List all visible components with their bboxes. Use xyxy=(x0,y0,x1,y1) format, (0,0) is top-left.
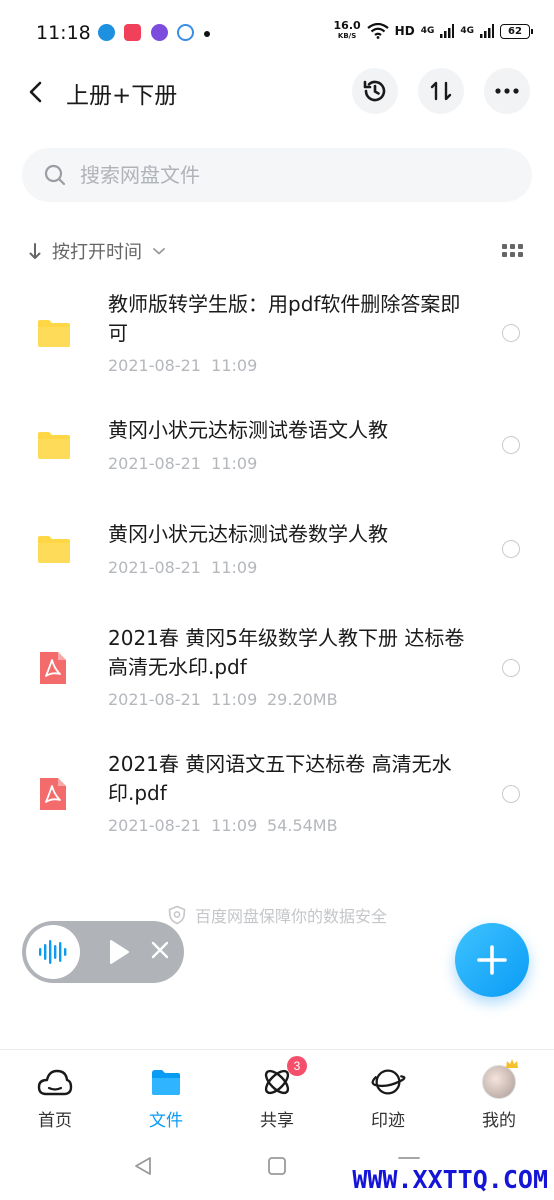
nav-label-share: 共享 xyxy=(260,1111,294,1131)
select-checkbox[interactable] xyxy=(502,659,520,677)
chevron-left-icon xyxy=(29,81,42,103)
play-icon[interactable] xyxy=(108,939,130,965)
nav-label-profile: 我的 xyxy=(482,1111,516,1131)
audio-wave-icon xyxy=(39,940,67,964)
folder-icon xyxy=(38,320,70,347)
file-size: 54.54MB xyxy=(267,816,338,835)
planet-icon xyxy=(371,1069,406,1095)
avatar xyxy=(482,1065,516,1099)
file-name: 教师版转学生版：用pdf软件删除答案即可 xyxy=(108,292,461,345)
more-notifications-dot xyxy=(204,31,210,37)
arrow-down-icon xyxy=(29,243,41,259)
signal-label-1: 4G xyxy=(420,26,435,36)
bottom-navigation: 首页 文件 3 共享 印迹 我的 xyxy=(0,1049,554,1137)
nav-item-profile[interactable]: 我的 xyxy=(459,1059,539,1131)
social-app-notification-icon xyxy=(151,24,168,41)
page-title: 上册+下册 xyxy=(66,83,178,109)
search-bar[interactable] xyxy=(22,148,532,202)
pdf-file-icon xyxy=(40,652,66,684)
nav-label-traces: 印迹 xyxy=(371,1111,405,1131)
select-checkbox[interactable] xyxy=(502,436,520,454)
page-header: 上册+下册 xyxy=(0,66,554,118)
close-icon[interactable] xyxy=(150,940,170,960)
plus-icon xyxy=(477,945,507,975)
add-button[interactable] xyxy=(455,923,529,997)
signal-label-2: 4G xyxy=(460,26,474,36)
signal-icon-2 xyxy=(480,24,494,38)
nav-item-traces[interactable]: 印迹 xyxy=(348,1064,428,1131)
security-note-text: 百度网盘保障你的数据安全 xyxy=(194,907,387,926)
more-horizontal-icon xyxy=(495,88,519,94)
pdf-file-icon xyxy=(40,778,66,810)
history-icon xyxy=(363,80,386,102)
wifi-icon xyxy=(366,23,389,39)
nav-item-files[interactable]: 文件 xyxy=(126,1064,206,1131)
video-app-notification-icon xyxy=(124,24,141,41)
select-checkbox[interactable] xyxy=(502,540,520,558)
sort-selector[interactable]: 按打开时间 xyxy=(28,236,166,266)
sort-order-button[interactable] xyxy=(418,68,464,114)
folder-icon xyxy=(152,1070,180,1095)
file-date: 2021-08-21 11:09 xyxy=(108,558,258,577)
select-checkbox[interactable] xyxy=(502,785,520,803)
file-name: 黄冈小状元达标测试卷数学人教 xyxy=(108,522,388,546)
audio-wave-button[interactable] xyxy=(26,925,80,979)
shield-icon xyxy=(168,905,186,925)
sort-arrows-icon xyxy=(430,81,452,101)
folder-icon xyxy=(38,536,70,563)
file-size: 29.20MB xyxy=(267,690,338,709)
hd-label: HD xyxy=(394,24,415,38)
battery-indicator: 62 xyxy=(500,23,533,39)
file-row-folder[interactable]: 黄冈小状元达标测试卷语文人教 2021-08-21 11:09 xyxy=(0,410,554,490)
grid-view-toggle-icon[interactable] xyxy=(502,244,524,258)
app-notification-icon xyxy=(98,24,115,41)
nav-label-home: 首页 xyxy=(38,1111,72,1131)
recents-icon[interactable] xyxy=(398,1155,420,1161)
file-name: 黄冈小状元达标测试卷语文人教 xyxy=(108,418,388,442)
folder-icon xyxy=(38,432,70,459)
home-square-icon[interactable] xyxy=(267,1156,287,1176)
file-row-folder[interactable]: 教师版转学生版：用pdf软件删除答案即可 2021-08-21 11:09 xyxy=(0,280,554,394)
floating-audio-player[interactable] xyxy=(22,921,184,983)
back-button[interactable] xyxy=(22,78,50,106)
file-name: 2021春 黄冈5年级数学人教下册 达标卷 高清无水印.pdf xyxy=(108,626,465,679)
file-date: 2021-08-21 11:09 xyxy=(108,690,258,709)
chevron-down-icon xyxy=(153,248,165,255)
site-watermark: WWW.XXTTQ.COM xyxy=(352,1165,548,1194)
file-row-pdf[interactable]: 2021春 黄冈5年级数学人教下册 达标卷 高清无水印.pdf 2021-08-… xyxy=(0,618,554,728)
cloud-app-notification-icon xyxy=(177,24,194,41)
status-time: 11:18 xyxy=(36,22,91,44)
file-date: 2021-08-21 11:09 xyxy=(108,356,258,375)
nav-label-files: 文件 xyxy=(149,1111,183,1131)
sort-label: 按打开时间 xyxy=(52,242,142,263)
nav-item-home[interactable]: 首页 xyxy=(15,1064,95,1131)
more-options-button[interactable] xyxy=(484,68,530,114)
crown-icon xyxy=(506,1059,518,1068)
select-checkbox[interactable] xyxy=(502,324,520,342)
back-triangle-icon[interactable] xyxy=(132,1155,154,1177)
nav-item-share[interactable]: 3 共享 xyxy=(237,1056,317,1131)
cloud-icon xyxy=(37,1069,73,1096)
file-date: 2021-08-21 11:09 xyxy=(108,454,258,473)
status-bar: 11:18 16.0 KB/S HD 4G 4G 62 xyxy=(0,0,554,66)
search-input[interactable] xyxy=(80,163,480,187)
history-button[interactable] xyxy=(352,68,398,114)
signal-icon xyxy=(440,24,455,38)
file-row-folder[interactable]: 黄冈小状元达标测试卷数学人教 2021-08-21 11:09 xyxy=(0,514,554,594)
file-row-pdf[interactable]: 2021春 黄冈语文五下达标卷 高清无水印.pdf 2021-08-21 11:… xyxy=(0,744,554,854)
network-speed: 16.0 KB/S xyxy=(333,19,361,40)
file-date: 2021-08-21 11:09 xyxy=(108,816,258,835)
file-name: 2021春 黄冈语文五下达标卷 高清无水印.pdf xyxy=(108,752,452,805)
share-badge: 3 xyxy=(287,1056,307,1076)
search-icon xyxy=(44,164,66,186)
